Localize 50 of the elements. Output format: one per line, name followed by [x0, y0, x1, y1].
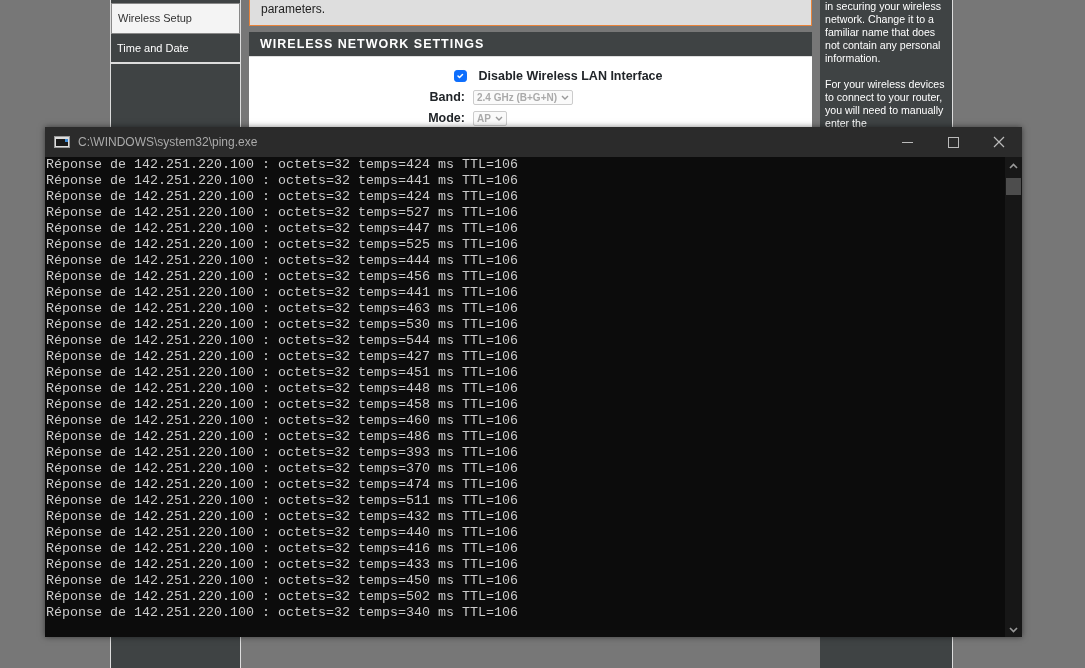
intro-text: parameters. [249, 0, 812, 26]
console-line: Réponse de 142.251.220.100 : octets=32 temps=530 ms TTL=106 [46, 317, 519, 333]
scrollbar-thumb[interactable] [1006, 178, 1021, 195]
console-line: Réponse de 142.251.220.100 : octets=32 temps=424 ms TTL=106 [46, 189, 519, 205]
console-line: Réponse de 142.251.220.100 : octets=32 temps=433 ms TTL=106 [46, 557, 519, 573]
caret-icon [561, 94, 570, 100]
window-title: C:\WINDOWS\system32\ping.exe [78, 134, 259, 151]
console-line: Réponse de 142.251.220.100 : octets=32 temps=474 ms TTL=106 [46, 477, 519, 493]
console-line: Réponse de 142.251.220.100 : octets=32 temps=544 ms TTL=106 [46, 333, 519, 349]
help-text: in securing your wireless network. Change it to a familiar name that does not contain any personal information. [825, 0, 942, 65]
console-line: Réponse de 142.251.220.100 : octets=32 temps=458 ms TTL=106 [46, 397, 519, 413]
console-line: Réponse de 142.251.220.100 : octets=32 temps=450 ms TTL=106 [46, 573, 519, 589]
console-line: Réponse de 142.251.220.100 : octets=32 temps=502 ms TTL=106 [46, 589, 519, 605]
console-line: Réponse de 142.251.220.100 : octets=32 temps=370 ms TTL=106 [46, 461, 519, 477]
section-header: WIRELESS NETWORK SETTINGS [249, 32, 812, 57]
console-line: Réponse de 142.251.220.100 : octets=32 temps=393 ms TTL=106 [46, 445, 519, 461]
console-line: Réponse de 142.251.220.100 : octets=32 temps=440 ms TTL=106 [46, 525, 519, 541]
console-line: Réponse de 142.251.220.100 : octets=32 temps=527 ms TTL=106 [46, 205, 519, 221]
console-line: Réponse de 142.251.220.100 : octets=32 temps=460 ms TTL=106 [46, 413, 519, 429]
console-line: Réponse de 142.251.220.100 : octets=32 temps=486 ms TTL=106 [46, 429, 519, 445]
console-line: Réponse de 142.251.220.100 : octets=32 temps=416 ms TTL=106 [46, 541, 519, 557]
caret-icon [494, 115, 503, 121]
console-line: Réponse de 142.251.220.100 : octets=32 temps=463 ms TTL=106 [46, 301, 519, 317]
sidebar-item[interactable]: Wireless Setup [111, 3, 240, 34]
console-line: Réponse de 142.251.220.100 : octets=32 temps=444 ms TTL=106 [46, 253, 519, 269]
sidebar-item[interactable]: Time and Date [111, 33, 240, 64]
minimize-icon [901, 141, 913, 143]
console-line: Réponse de 142.251.220.100 : octets=32 temps=432 ms TTL=106 [46, 509, 519, 525]
scroll-up-icon[interactable] [1009, 163, 1018, 169]
console-line: Réponse de 142.251.220.100 : octets=32 temps=447 ms TTL=106 [46, 221, 519, 237]
checkbox-label: Disable Wireless LAN Interface [478, 67, 663, 85]
console-line: Réponse de 142.251.220.100 : octets=32 temps=424 ms TTL=106 [46, 157, 519, 173]
help-text: For your wireless devices to connect to your router, you will need to manually enter the [825, 78, 946, 130]
console-line: Réponse de 142.251.220.100 : octets=32 temps=441 ms TTL=106 [46, 285, 519, 301]
field-label: Mode: [427, 110, 465, 126]
field-label: Band: [428, 89, 465, 105]
console-line: Réponse de 142.251.220.100 : octets=32 temps=456 ms TTL=106 [46, 269, 519, 285]
checkbox[interactable] [454, 69, 467, 83]
close-icon [993, 136, 1005, 148]
console-line: Réponse de 142.251.220.100 : octets=32 temps=448 ms TTL=106 [46, 381, 519, 397]
console-line: Réponse de 142.251.220.100 : octets=32 temps=340 ms TTL=106 [46, 605, 519, 621]
console-line: Réponse de 142.251.220.100 : octets=32 temps=525 ms TTL=106 [46, 237, 519, 253]
scrollbar[interactable] [1005, 157, 1022, 637]
console-icon [54, 136, 70, 148]
maximize-icon [947, 136, 959, 148]
console-line: Réponse de 142.251.220.100 : octets=32 temps=451 ms TTL=106 [46, 365, 519, 381]
scroll-down-icon[interactable] [1009, 627, 1018, 633]
console-line: Réponse de 142.251.220.100 : octets=32 temps=511 ms TTL=106 [46, 493, 519, 509]
console-line: Réponse de 142.251.220.100 : octets=32 temps=427 ms TTL=106 [46, 349, 519, 365]
console-line: Réponse de 142.251.220.100 : octets=32 temps=441 ms TTL=106 [46, 173, 519, 189]
